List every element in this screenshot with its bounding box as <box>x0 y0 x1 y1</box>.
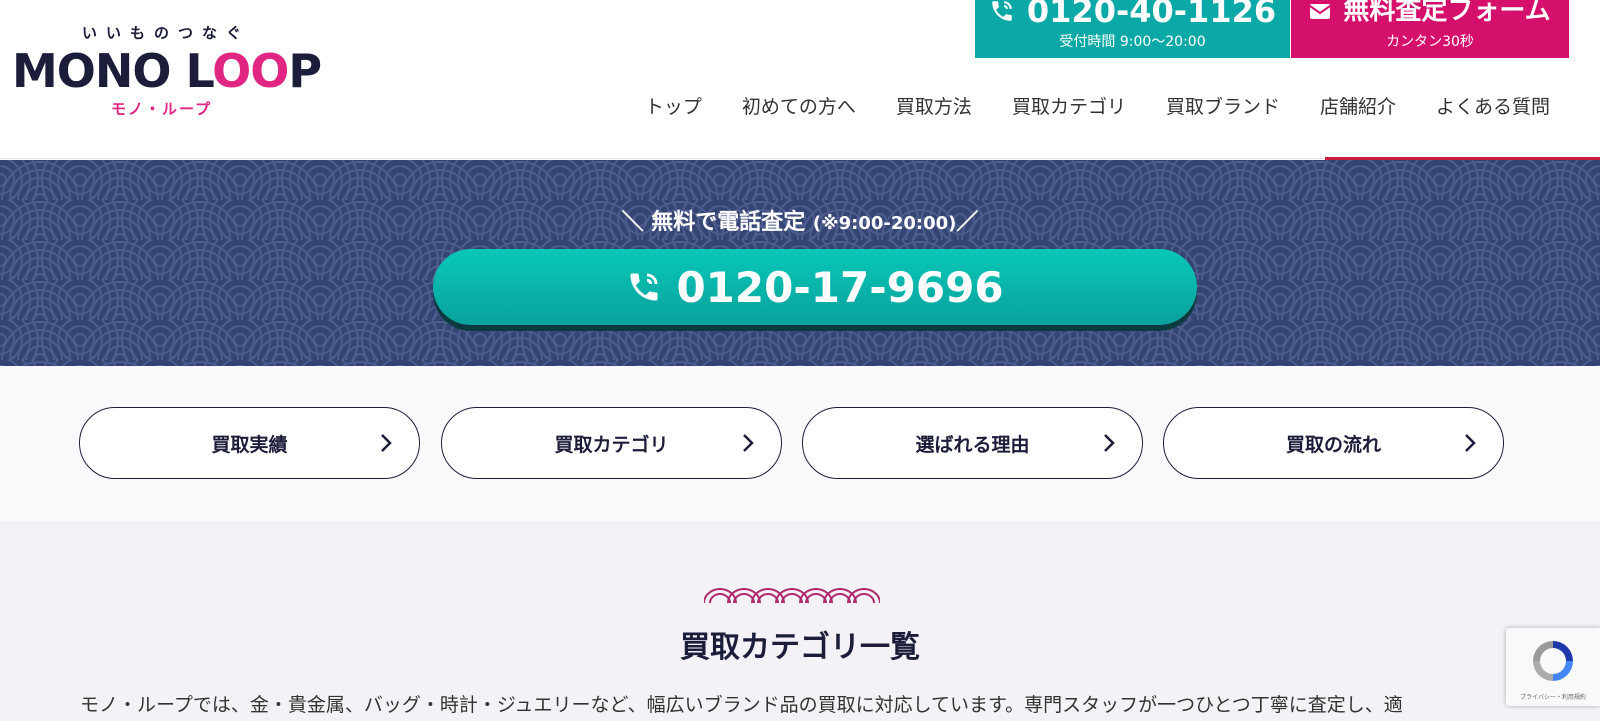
nav-item-top[interactable]: トップ <box>645 92 702 119</box>
logo-loop-mark: OO <box>212 44 289 98</box>
recaptcha-badge[interactable]: プライバシー・利用規約 <box>1506 628 1600 706</box>
nav-item-method[interactable]: 買取方法 <box>896 92 972 119</box>
header-form-label: 無料査定フォーム <box>1343 0 1551 26</box>
header-form-button[interactable]: 無料査定フォーム カンタン30秒 <box>1291 0 1569 58</box>
chevron-right-icon <box>743 434 754 452</box>
recaptcha-text: プライバシー・利用規約 <box>1520 694 1586 701</box>
logo-subtitle: モノ・ループ <box>111 100 213 118</box>
mail-icon <box>1309 4 1331 19</box>
site-header: いいものつなぐ MONO LOOP モノ・ループ 0120-40-1126 受付… <box>0 0 1600 159</box>
chevron-right-icon <box>1104 434 1115 452</box>
nav-item-faq[interactable]: よくある質問 <box>1436 92 1550 119</box>
wave-ornament-icon <box>704 588 880 604</box>
quick-nav-label: 選ばれる理由 <box>915 433 1030 456</box>
banner-lead: ＼ 無料で電話査定 (※9:00-20:00)／ <box>621 210 979 235</box>
phone-icon <box>630 273 658 301</box>
nav-item-first-time[interactable]: 初めての方へ <box>742 92 856 119</box>
nav-item-brand[interactable]: 買取ブランド <box>1166 92 1280 119</box>
header-phone-button[interactable]: 0120-40-1126 受付時間 9:00〜20:00 <box>975 0 1290 58</box>
quick-nav-category[interactable]: 買取カテゴリ <box>441 407 782 479</box>
logo-wordmark: MONO LOOP <box>12 44 322 98</box>
phone-icon <box>992 1 1012 21</box>
chevron-right-icon <box>381 434 392 452</box>
section-description: モノ・ループでは、金・貴金属、バッグ・時計・ジュエリーなど、幅広いブランド品の買… <box>80 694 1403 716</box>
header-form-sub: カンタン30秒 <box>1386 34 1474 50</box>
header-phone-number: 0120-40-1126 <box>1026 0 1277 30</box>
banner-phone-number: 0120-17-9696 <box>676 262 1004 312</box>
nav-item-store[interactable]: 店舗紹介 <box>1320 92 1396 119</box>
banner-phone-button[interactable]: 0120-17-9696 <box>433 249 1197 325</box>
category-section: 買取カテゴリ一覧 モノ・ループでは、金・貴金属、バッグ・時計・ジュエリーなど、幅… <box>0 521 1600 721</box>
phone-banner: ＼ 無料で電話査定 (※9:00-20:00)／ 0120-17-9696 <box>0 160 1600 366</box>
site-logo[interactable]: いいものつなぐ MONO LOOP モノ・ループ <box>12 22 332 122</box>
quick-nav: 買取実績 買取カテゴリ 選ばれる理由 買取の流れ <box>0 366 1600 521</box>
header-phone-hours: 受付時間 9:00〜20:00 <box>1059 34 1206 50</box>
quick-nav-results[interactable]: 買取実績 <box>79 407 420 479</box>
nav-item-category[interactable]: 買取カテゴリ <box>1012 92 1126 119</box>
chevron-right-icon <box>1465 434 1476 452</box>
section-title: 買取カテゴリ一覧 <box>680 630 920 665</box>
quick-nav-label: 買取カテゴリ <box>554 433 669 456</box>
quick-nav-flow[interactable]: 買取の流れ <box>1163 407 1504 479</box>
quick-nav-label: 買取実績 <box>211 433 288 456</box>
quick-nav-reasons[interactable]: 選ばれる理由 <box>802 407 1143 479</box>
banner-hours: (※9:00-20:00) <box>812 213 957 234</box>
quick-nav-label: 買取の流れ <box>1285 433 1381 456</box>
recaptcha-icon <box>1533 641 1573 681</box>
logo-tagline: いいものつなぐ <box>82 24 251 42</box>
global-nav: トップ 初めての方へ 買取方法 買取カテゴリ 買取ブランド 店舗紹介 よくある質… <box>645 92 1550 119</box>
